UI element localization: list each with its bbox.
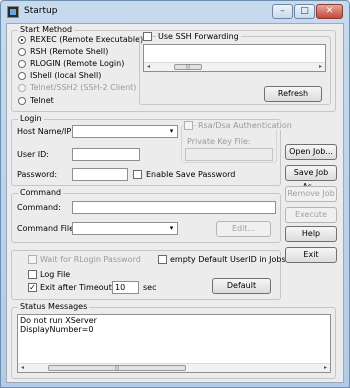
password-label: Password: xyxy=(17,170,58,179)
wait-rlogin-checkbox xyxy=(28,255,37,264)
wait-rlogin-label: Wait for RLogin Password xyxy=(40,255,141,264)
private-key-label: Private Key File: xyxy=(187,137,251,146)
password-input[interactable] xyxy=(72,168,128,181)
default-button[interactable]: Default xyxy=(212,278,271,294)
log-file-label: Log File xyxy=(40,270,71,279)
host-combo[interactable]: ▾ xyxy=(72,125,178,138)
scroll-right-icon[interactable]: ▸ xyxy=(316,63,325,71)
save-password-label: Enable Save Password xyxy=(146,170,236,179)
status-line: Do not run XServer xyxy=(20,316,97,325)
title-bar[interactable]: Startup – □ ✕ xyxy=(1,1,349,23)
refresh-button[interactable]: Refresh xyxy=(264,86,322,102)
timeout-unit: sec xyxy=(143,283,157,292)
help-button[interactable]: Help xyxy=(285,226,337,242)
startup-window: Startup – □ ✕ Start Method REXEC (Remote… xyxy=(0,0,350,388)
command-file-combo[interactable]: ▾ xyxy=(72,222,178,235)
status-line: DisplayNumber=0 xyxy=(20,325,94,334)
start-method-label: Start Method xyxy=(18,25,75,34)
save-password-checkbox[interactable] xyxy=(133,170,142,179)
scroll-left-icon[interactable]: ◂ xyxy=(144,63,153,71)
exit-timeout-label: Exit after Timeout of xyxy=(40,283,123,292)
rsa-checkbox xyxy=(184,121,193,130)
command-group-label: Command xyxy=(18,188,64,197)
radio-rlogin-label: RLOGIN (Remote Login) xyxy=(30,59,125,68)
status-messages-box[interactable]: Do not run XServer DisplayNumber=0 ◂ |||… xyxy=(17,314,331,373)
dialog-client: Start Method REXEC (Remote Executable) R… xyxy=(6,23,344,383)
radio-rsh[interactable] xyxy=(18,48,26,56)
command-label: Command: xyxy=(17,203,61,212)
window-title: Startup xyxy=(24,6,58,16)
private-key-input xyxy=(185,148,273,161)
chevron-down-icon[interactable]: ▾ xyxy=(166,223,177,234)
scroll-thumb[interactable]: ||| xyxy=(48,365,186,371)
close-button[interactable]: ✕ xyxy=(316,4,343,19)
login-label: Login xyxy=(18,114,44,123)
empty-userid-label: empty Default UserID in Jobs xyxy=(170,255,286,264)
host-label: Host Name/IP: xyxy=(17,127,74,136)
exit-timeout-checkbox[interactable]: ✓ xyxy=(28,283,37,292)
status-label: Status Messages xyxy=(18,302,90,311)
radio-ishell-label: IShell (local Shell) xyxy=(30,71,102,80)
status-scrollbar[interactable]: ◂ ||| ▸ xyxy=(18,363,330,372)
user-id-input[interactable] xyxy=(72,148,140,161)
open-job-button[interactable]: Open Job... xyxy=(285,144,337,160)
scroll-right-icon[interactable]: ▸ xyxy=(321,364,330,372)
save-job-as-button[interactable]: Save Job As... xyxy=(285,165,337,191)
maximize-button[interactable]: □ xyxy=(294,4,315,19)
ssh-forwarding-checkbox[interactable] xyxy=(143,32,152,41)
chevron-down-icon[interactable]: ▾ xyxy=(166,126,177,137)
remove-job-button: Remove Job xyxy=(285,186,337,202)
radio-telnet[interactable] xyxy=(18,97,26,105)
radio-telnet-label: Telnet xyxy=(30,96,54,105)
radio-telnet-ssh2 xyxy=(18,84,26,92)
command-file-label: Command File: xyxy=(17,224,77,233)
radio-telnet-ssh2-label: Telnet/SSH2 (SSH-2 Client) xyxy=(30,83,137,92)
execute-button: Execute xyxy=(285,207,337,223)
radio-rsh-label: RSH (Remote Shell) xyxy=(30,47,109,56)
timeout-input[interactable]: 10 xyxy=(112,281,139,294)
radio-rexec-label: REXEC (Remote Executable) xyxy=(30,35,144,44)
radio-rlogin[interactable] xyxy=(18,60,26,68)
ssh-list-scrollbar[interactable]: ◂ ||| ▸ xyxy=(144,62,325,71)
rsa-label: Rsa/Dsa Authentication xyxy=(196,121,294,130)
edit-button: Edit... xyxy=(216,221,271,237)
app-icon xyxy=(7,6,19,18)
ssh-forwarding-list[interactable]: ◂ ||| ▸ xyxy=(143,44,326,72)
radio-ishell[interactable] xyxy=(18,72,26,80)
log-file-checkbox[interactable] xyxy=(28,270,37,279)
minimize-button[interactable]: – xyxy=(272,4,293,19)
exit-button[interactable]: Exit xyxy=(285,247,337,263)
command-input[interactable] xyxy=(72,201,276,214)
ssh-forwarding-label: Use SSH Forwarding xyxy=(156,32,241,41)
radio-rexec[interactable] xyxy=(18,36,26,44)
scroll-left-icon[interactable]: ◂ xyxy=(18,364,27,372)
empty-userid-checkbox[interactable] xyxy=(158,255,167,264)
user-id-label: User ID: xyxy=(17,150,49,159)
scroll-thumb[interactable]: ||| xyxy=(174,64,202,70)
